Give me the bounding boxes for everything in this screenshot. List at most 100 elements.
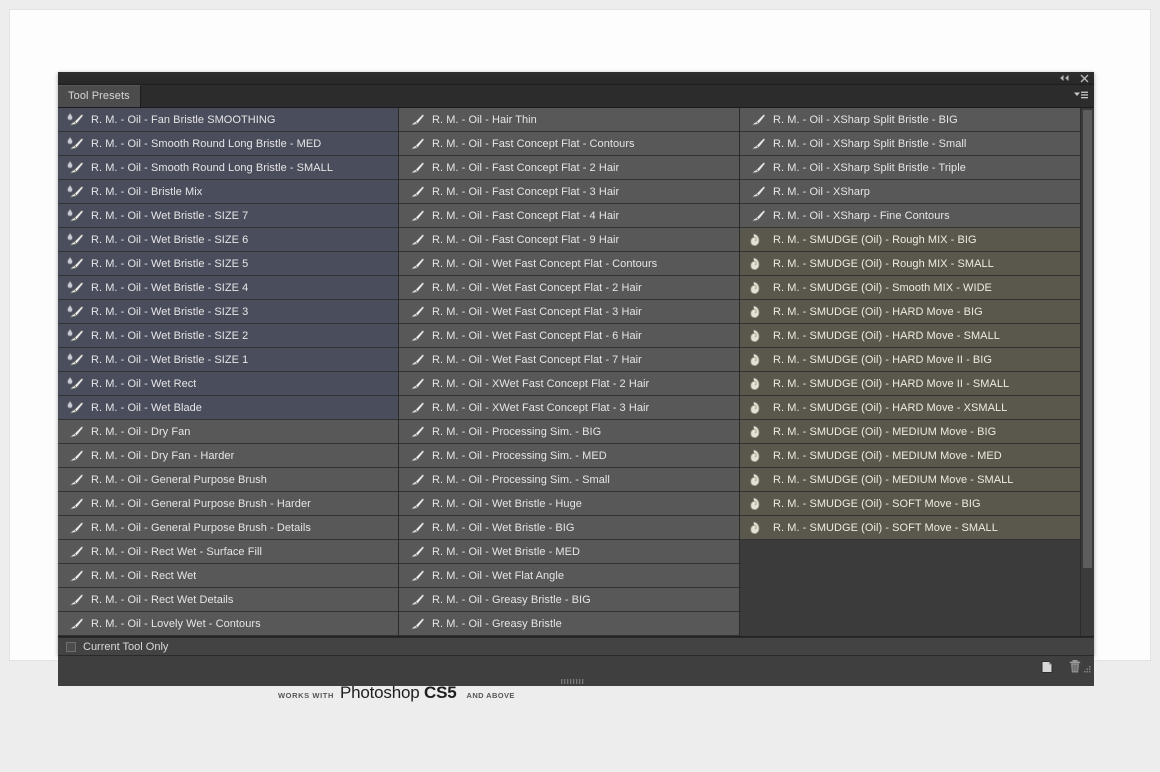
preset-row[interactable]: R. M. - Oil - Wet Blade	[58, 396, 398, 420]
preset-row[interactable]: R. M. - Oil - Rect Wet	[58, 564, 398, 588]
current-tool-only-row[interactable]: Current Tool Only	[58, 637, 1094, 656]
new-preset-icon[interactable]	[1036, 659, 1058, 675]
preset-row[interactable]: R. M. - Oil - Wet Fast Concept Flat - 7 …	[399, 348, 739, 372]
preset-row[interactable]: R. M. - Oil - General Purpose Brush	[58, 468, 398, 492]
brush-icon	[405, 399, 427, 417]
preset-row[interactable]: R. M. - Oil - Rect Wet Details	[58, 588, 398, 612]
resize-grip-icon[interactable]	[1081, 664, 1092, 675]
preset-row[interactable]: R. M. - Oil - Wet Flat Angle	[399, 564, 739, 588]
preset-row[interactable]: R. M. - Oil - Wet Bristle - BIG	[399, 516, 739, 540]
preset-row[interactable]: R. M. - Oil - Wet Bristle - SIZE 3	[58, 300, 398, 324]
tool-presets-panel: Tool Presets R. M. - Oil - Fan Bristle S…	[58, 72, 1094, 656]
wet-brush-icon	[64, 327, 86, 345]
preset-row[interactable]: R. M. - Oil - Wet Fast Concept Flat - 6 …	[399, 324, 739, 348]
current-tool-only-checkbox[interactable]	[66, 642, 76, 652]
preset-row[interactable]: R. M. - Oil - Smooth Round Long Bristle …	[58, 156, 398, 180]
brush-icon	[405, 495, 427, 513]
preset-row[interactable]: R. M. - Oil - Wet Bristle - SIZE 2	[58, 324, 398, 348]
preset-row[interactable]: R. M. - Oil - Wet Bristle - MED	[399, 540, 739, 564]
smudge-icon	[746, 423, 768, 441]
preset-row[interactable]: R. M. - SMUDGE (Oil) - MEDIUM Move - BIG	[740, 420, 1080, 444]
scrollbar-thumb[interactable]	[1083, 110, 1092, 568]
preset-row[interactable]: R. M. - SMUDGE (Oil) - MEDIUM Move - MED	[740, 444, 1080, 468]
preset-label: R. M. - Oil - XSharp - Fine Contours	[773, 210, 950, 222]
preset-row[interactable]: R. M. - Oil - Processing Sim. - BIG	[399, 420, 739, 444]
preset-label: R. M. - Oil - Rect Wet - Surface Fill	[91, 546, 262, 558]
preset-row[interactable]: R. M. - Oil - Processing Sim. - MED	[399, 444, 739, 468]
preset-row[interactable]: R. M. - Oil - XSharp Split Bristle - Sma…	[740, 132, 1080, 156]
preset-row[interactable]: R. M. - Oil - Wet Fast Concept Flat - 2 …	[399, 276, 739, 300]
panel-menu-icon[interactable]	[1073, 90, 1089, 102]
preset-row[interactable]: R. M. - SMUDGE (Oil) - SOFT Move - SMALL	[740, 516, 1080, 540]
smudge-icon	[746, 399, 768, 417]
preset-row[interactable]: R. M. - Oil - Lovely Wet - Contours	[58, 612, 398, 636]
preset-row[interactable]: R. M. - Oil - General Purpose Brush - Ha…	[58, 492, 398, 516]
preset-label: R. M. - Oil - Wet Rect	[91, 378, 196, 390]
brush-icon	[405, 111, 427, 129]
preset-label: R. M. - SMUDGE (Oil) - Rough MIX - BIG	[773, 234, 977, 246]
preset-row[interactable]: R. M. - Oil - Wet Fast Concept Flat - Co…	[399, 252, 739, 276]
preset-row[interactable]: R. M. - Oil - Rect Wet - Surface Fill	[58, 540, 398, 564]
preset-row[interactable]: R. M. - Oil - Wet Bristle - SIZE 1	[58, 348, 398, 372]
caption-prefix: WORKS WITH	[278, 691, 334, 700]
titlebar-controls	[1058, 73, 1090, 83]
preset-row[interactable]: R. M. - SMUDGE (Oil) - MEDIUM Move - SMA…	[740, 468, 1080, 492]
caption-brand: Photoshop CS5	[340, 683, 457, 703]
preset-row[interactable]: R. M. - Oil - Processing Sim. - Small	[399, 468, 739, 492]
preset-row[interactable]: R. M. - Oil - Wet Bristle - SIZE 5	[58, 252, 398, 276]
preset-row[interactable]: R. M. - Oil - Fast Concept Flat - 3 Hair	[399, 180, 739, 204]
preset-row[interactable]: R. M. - SMUDGE (Oil) - Rough MIX - BIG	[740, 228, 1080, 252]
preset-row[interactable]: R. M. - Oil - Fan Bristle SMOOTHING	[58, 108, 398, 132]
preset-row[interactable]: R. M. - SMUDGE (Oil) - HARD Move - BIG	[740, 300, 1080, 324]
brush-icon	[64, 495, 86, 513]
preset-row[interactable]: R. M. - SMUDGE (Oil) - HARD Move II - BI…	[740, 348, 1080, 372]
preset-row[interactable]: R. M. - Oil - Wet Bristle - SIZE 7	[58, 204, 398, 228]
preset-label: R. M. - Oil - Greasy Bristle	[432, 618, 562, 630]
preset-label: R. M. - Oil - Smooth Round Long Bristle …	[91, 162, 333, 174]
preset-row[interactable]: R. M. - Oil - Wet Fast Concept Flat - 3 …	[399, 300, 739, 324]
close-icon[interactable]	[1078, 73, 1090, 83]
preset-row[interactable]: R. M. - Oil - Wet Bristle - SIZE 6	[58, 228, 398, 252]
brush-icon	[746, 135, 768, 153]
preset-row[interactable]: R. M. - Oil - Greasy Bristle	[399, 612, 739, 636]
preset-row[interactable]: R. M. - SMUDGE (Oil) - HARD Move - SMALL	[740, 324, 1080, 348]
brush-icon	[405, 471, 427, 489]
preset-label: R. M. - Oil - Wet Fast Concept Flat - 2 …	[432, 282, 642, 294]
preset-row[interactable]: R. M. - Oil - Greasy Bristle - BIG	[399, 588, 739, 612]
brush-icon	[405, 591, 427, 609]
preset-row[interactable]: R. M. - Oil - Smooth Round Long Bristle …	[58, 132, 398, 156]
panel-drag-handle[interactable]	[58, 677, 1094, 686]
preset-row[interactable]: R. M. - Oil - Wet Bristle - Huge	[399, 492, 739, 516]
preset-row[interactable]: R. M. - Oil - Fast Concept Flat - 4 Hair	[399, 204, 739, 228]
preset-row[interactable]: R. M. - Oil - Fast Concept Flat - Contou…	[399, 132, 739, 156]
tab-tool-presets[interactable]: Tool Presets	[58, 85, 141, 107]
vertical-scrollbar[interactable]	[1080, 108, 1094, 636]
preset-label: R. M. - Oil - Wet Bristle - BIG	[432, 522, 575, 534]
preset-row[interactable]: R. M. - Oil - Fast Concept Flat - 9 Hair	[399, 228, 739, 252]
preset-row[interactable]: R. M. - Oil - General Purpose Brush - De…	[58, 516, 398, 540]
preset-label: R. M. - Oil - XWet Fast Concept Flat - 3…	[432, 402, 649, 414]
wet-brush-icon	[64, 399, 86, 417]
preset-row[interactable]: R. M. - Oil - XSharp Split Bristle - Tri…	[740, 156, 1080, 180]
preset-row[interactable]: R. M. - Oil - XSharp Split Bristle - BIG	[740, 108, 1080, 132]
preset-row[interactable]: R. M. - Oil - Wet Rect	[58, 372, 398, 396]
preset-row[interactable]: R. M. - Oil - Dry Fan	[58, 420, 398, 444]
preset-row[interactable]: R. M. - SMUDGE (Oil) - SOFT Move - BIG	[740, 492, 1080, 516]
preset-row[interactable]: R. M. - SMUDGE (Oil) - HARD Move II - SM…	[740, 372, 1080, 396]
preset-label: R. M. - SMUDGE (Oil) - HARD Move - SMALL	[773, 330, 1000, 342]
preset-row[interactable]: R. M. - Oil - Hair Thin	[399, 108, 739, 132]
preset-row[interactable]: R. M. - Oil - Fast Concept Flat - 2 Hair	[399, 156, 739, 180]
preset-row[interactable]: R. M. - SMUDGE (Oil) - Rough MIX - SMALL	[740, 252, 1080, 276]
preset-row[interactable]: R. M. - Oil - XSharp	[740, 180, 1080, 204]
preset-row[interactable]: R. M. - Oil - XWet Fast Concept Flat - 3…	[399, 396, 739, 420]
preset-row[interactable]: R. M. - Oil - Bristle Mix	[58, 180, 398, 204]
preset-row[interactable]: R. M. - SMUDGE (Oil) - HARD Move - XSMAL…	[740, 396, 1080, 420]
preset-row[interactable]: R. M. - Oil - XSharp - Fine Contours	[740, 204, 1080, 228]
preset-row[interactable]: R. M. - Oil - Dry Fan - Harder	[58, 444, 398, 468]
preset-row[interactable]: R. M. - Oil - Wet Bristle - SIZE 4	[58, 276, 398, 300]
preset-row[interactable]: R. M. - Oil - XWet Fast Concept Flat - 2…	[399, 372, 739, 396]
preset-label: R. M. - Oil - Wet Fast Concept Flat - 7 …	[432, 354, 642, 366]
double-left-arrow-icon[interactable]	[1058, 73, 1070, 83]
preset-row[interactable]: R. M. - SMUDGE (Oil) - Smooth MIX - WIDE	[740, 276, 1080, 300]
page-background: Tool Presets R. M. - Oil - Fan Bristle S…	[0, 0, 1160, 772]
